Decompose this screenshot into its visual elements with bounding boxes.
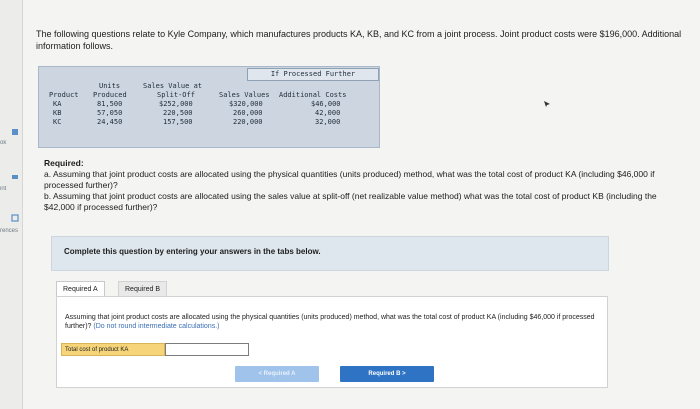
header-sales-top: Sales Value at [143,82,203,90]
row-product: KA [53,100,62,108]
references-icon [11,214,19,222]
book-icon [12,129,18,135]
row-split-off: $252,000 [159,100,193,108]
sidebar-item-label: int [0,186,7,192]
header-sales-values: Sales Values [219,91,270,99]
rounding-note: (Do not round intermediate calculations.… [93,323,220,330]
answer-label: Total cost of product KA [61,343,165,356]
tab-required-a[interactable]: Required A [56,281,105,297]
left-sidebar: ok int rences [0,0,23,409]
required-b-text: b. Assuming that joint product costs are… [44,191,657,212]
required-a-text: a. Assuming that joint product costs are… [44,169,655,190]
row-additional-costs: 32,000 [315,118,341,126]
sidebar-item-label: ok [0,140,7,146]
question-intro: The following questions relate to Kyle C… [36,29,682,51]
instruction-banner: Complete this question by entering your … [51,236,609,271]
required-title: Required: [44,158,84,168]
required-instructions: Required: a. Assuming that joint product… [44,158,684,213]
header-units-bottom: Produced [93,91,127,99]
header-sales-bottom: Split-Off [157,91,195,99]
row-units: 57,050 [97,109,123,117]
row-sales-values: $320,000 [229,100,263,108]
header-units-top: Units [99,82,121,90]
cursor-icon [544,101,550,107]
processed-further-header: If Processed Further [247,68,379,81]
cost-data-table: If Processed Further Units Sales Value a… [38,66,380,148]
row-additional-costs: 42,000 [315,109,341,117]
row-sales-values: 260,000 [233,109,263,117]
prev-required-button[interactable]: < Required A [235,366,319,382]
row-product: KC [53,118,62,126]
header-additional-costs: Additional Costs [279,91,347,99]
next-required-button[interactable]: Required B > [340,366,434,382]
row-split-off: 220,500 [163,109,193,117]
panel-question: Assuming that joint product costs are al… [65,313,595,331]
sidebar-item-print[interactable]: int [0,186,22,192]
row-units: 81,500 [97,100,123,108]
total-cost-ka-input[interactable] [165,343,249,356]
answer-panel: Assuming that joint product costs are al… [56,296,608,388]
sidebar-item-label: rences [0,228,19,234]
print-icon [12,175,18,179]
row-sales-values: 220,000 [233,118,263,126]
header-product: Product [49,91,79,99]
row-additional-costs: $46,000 [311,100,341,108]
sidebar-item-book[interactable]: ok [0,140,22,146]
row-split-off: 157,500 [163,118,193,126]
row-product: KB [53,109,62,117]
sidebar-item-references[interactable]: rences [0,228,22,234]
tab-required-b[interactable]: Required B [118,281,168,297]
row-units: 24,450 [97,118,123,126]
instruction-banner-text: Complete this question by entering your … [64,247,321,256]
